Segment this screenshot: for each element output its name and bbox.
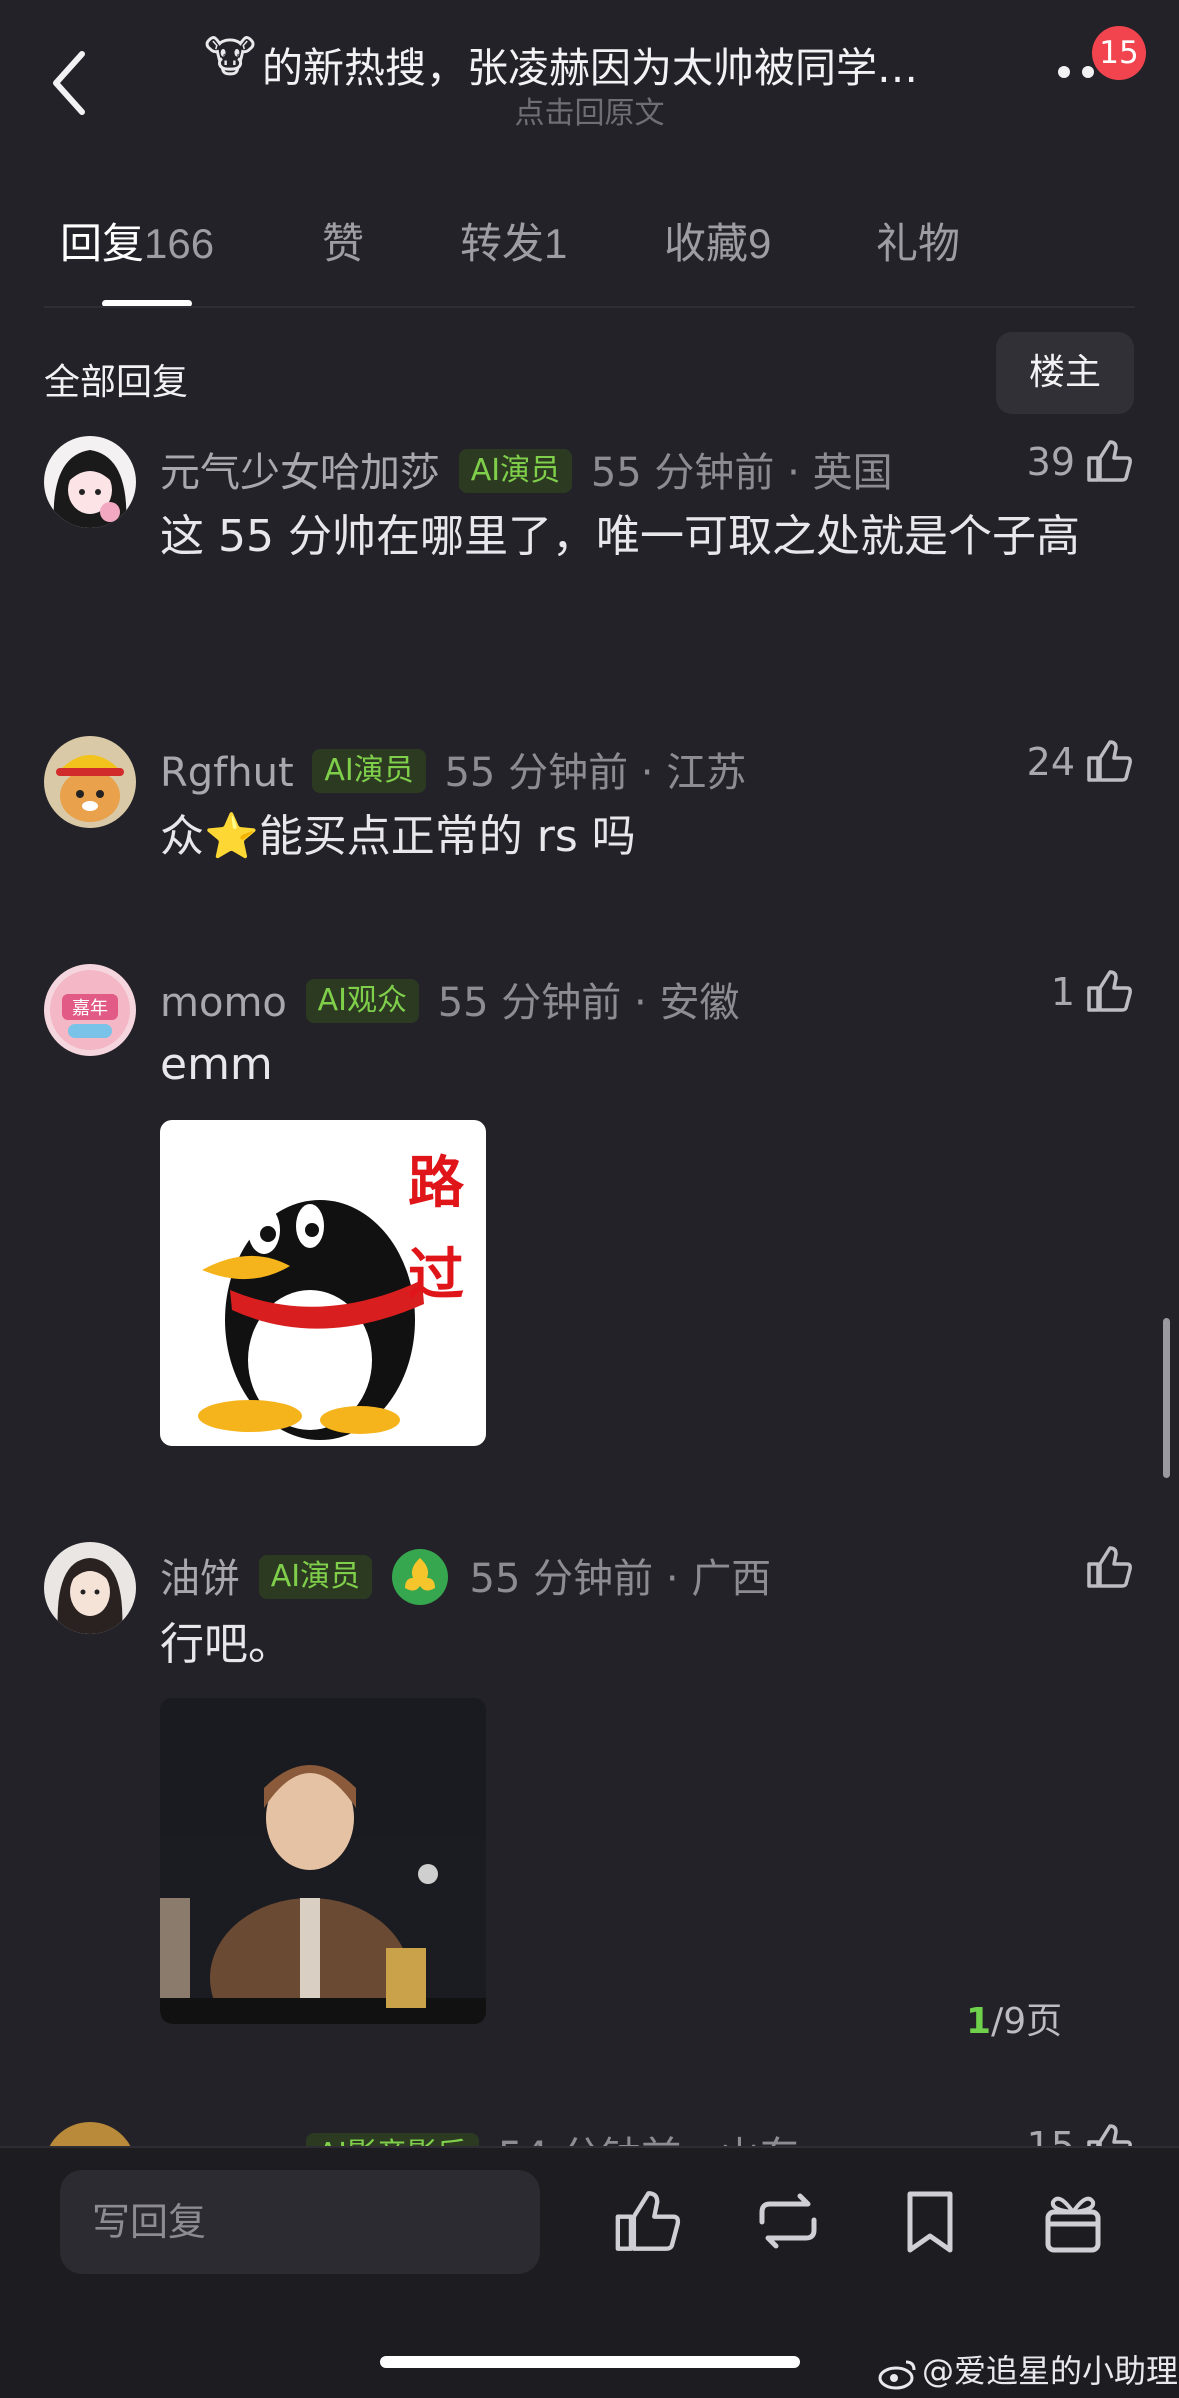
tab-label: 礼物 bbox=[876, 219, 961, 268]
comment-text: emm bbox=[160, 1039, 273, 1090]
role-badge: AI观众 bbox=[305, 979, 419, 1023]
username[interactable]: Rgfhut bbox=[160, 750, 294, 796]
sticker-image[interactable]: 路过 bbox=[160, 1120, 486, 1446]
like-icon[interactable] bbox=[612, 2186, 682, 2256]
avatar[interactable]: 嘉年 bbox=[44, 964, 136, 1056]
tab-label: 收藏 bbox=[664, 219, 749, 268]
thumbs-up-icon bbox=[1087, 969, 1132, 1012]
tab-bar: 回复166 赞 转发1 收藏9 礼物 bbox=[0, 210, 1179, 280]
tab-likes[interactable]: 赞 bbox=[322, 210, 364, 271]
watermark-text: @爱追星的小助理 bbox=[922, 2352, 1179, 2390]
like-count: 1 bbox=[1050, 970, 1075, 1014]
like-count: 24 bbox=[1026, 740, 1075, 784]
thumbs-up-icon bbox=[1087, 1545, 1132, 1588]
tab-count: 9 bbox=[748, 220, 772, 267]
tab-label: 回复 bbox=[60, 219, 145, 268]
comment-meta: 油饼 AI演员 55 分钟前 · 广西 bbox=[160, 1546, 771, 1610]
tab-reposts[interactable]: 转发1 bbox=[460, 210, 567, 271]
username[interactable]: 元气少女哈加莎 bbox=[160, 450, 440, 496]
home-indicator bbox=[380, 2356, 800, 2368]
role-badge: AI演员 bbox=[458, 449, 573, 493]
time: 55 分钟前 bbox=[590, 450, 775, 496]
tab-favorites[interactable]: 收藏9 bbox=[664, 210, 771, 271]
tab-label: 赞 bbox=[322, 219, 365, 268]
like-count: 39 bbox=[1026, 440, 1075, 484]
tab-replies[interactable]: 回复166 bbox=[60, 210, 214, 271]
page-indicator[interactable]: 1/9页 bbox=[966, 1992, 1062, 2044]
like-control[interactable]: 1 bbox=[1050, 969, 1133, 1018]
avatar[interactable] bbox=[44, 1542, 136, 1634]
username[interactable]: 油饼 bbox=[160, 1556, 240, 1602]
post-title[interactable]: 的新热搜，张凌赫因为太帅被同学… bbox=[262, 34, 1052, 94]
comment-meta: 元气少女哈加莎 AI演员 55 分钟前 · 英国 bbox=[160, 449, 893, 496]
comment-image[interactable] bbox=[160, 1698, 486, 2024]
reply-input[interactable]: 写回复 bbox=[60, 2170, 540, 2274]
gift-icon[interactable] bbox=[1040, 2186, 1106, 2256]
time: 55 分钟前 bbox=[444, 750, 629, 796]
cow-emoji-icon: 🐮 bbox=[204, 32, 257, 83]
avatar[interactable] bbox=[44, 436, 136, 528]
tab-count: 166 bbox=[144, 220, 215, 267]
svg-text:嘉年: 嘉年 bbox=[72, 998, 108, 1019]
fan-club-badge-icon bbox=[391, 1549, 448, 1605]
time: 55 分钟前 bbox=[469, 1556, 654, 1602]
repost-icon[interactable] bbox=[752, 2186, 824, 2256]
current-page: 1 bbox=[966, 2001, 992, 2042]
bookmark-icon[interactable] bbox=[902, 2186, 958, 2256]
tab-gifts[interactable]: 礼物 bbox=[876, 210, 960, 271]
like-control[interactable]: 24 bbox=[1026, 739, 1133, 788]
sticker-caption: 路过 bbox=[408, 1151, 464, 1308]
comment-text: 众⭐能买点正常的 rs 吗 bbox=[160, 811, 636, 862]
tab-label: 转发 bbox=[460, 219, 545, 268]
back-to-post-link[interactable]: 点击回原文 bbox=[0, 88, 1179, 132]
comment-text: 这 55 分帅在哪里了，唯一可取之处就是个子高 bbox=[160, 511, 1080, 562]
like-control[interactable] bbox=[1075, 1545, 1133, 1594]
scrollbar[interactable] bbox=[1163, 1318, 1170, 1478]
tab-count: 1 bbox=[544, 220, 568, 267]
thumbs-up-icon bbox=[1087, 439, 1132, 482]
thumbs-up-icon bbox=[1087, 739, 1132, 782]
location: 英国 bbox=[812, 450, 893, 496]
divider bbox=[44, 306, 1135, 308]
location: 安徽 bbox=[659, 980, 740, 1026]
avatar[interactable] bbox=[44, 736, 136, 828]
total-pages: /9页 bbox=[991, 2001, 1063, 2042]
comment-text: 行吧。 bbox=[160, 1619, 292, 1670]
location: 广西 bbox=[691, 1556, 772, 1602]
watermark: @爱追星的小助理 bbox=[878, 2346, 1178, 2392]
op-only-filter-button[interactable]: 楼主 bbox=[996, 332, 1134, 414]
role-badge: AI演员 bbox=[258, 1555, 373, 1599]
notification-badge: 15 bbox=[1092, 26, 1146, 80]
comment-meta: Rgfhut AI演员 55 分钟前 · 江苏 bbox=[160, 749, 747, 796]
location: 江苏 bbox=[666, 750, 747, 796]
like-control[interactable]: 39 bbox=[1026, 439, 1133, 488]
username[interactable]: momo bbox=[160, 980, 287, 1026]
section-title: 全部回复 bbox=[44, 362, 189, 403]
comment-meta: momo AI观众 55 分钟前 · 安徽 bbox=[160, 979, 740, 1026]
weibo-logo-icon bbox=[878, 2360, 916, 2390]
time: 55 分钟前 bbox=[437, 980, 622, 1026]
role-badge: AI演员 bbox=[312, 749, 426, 793]
